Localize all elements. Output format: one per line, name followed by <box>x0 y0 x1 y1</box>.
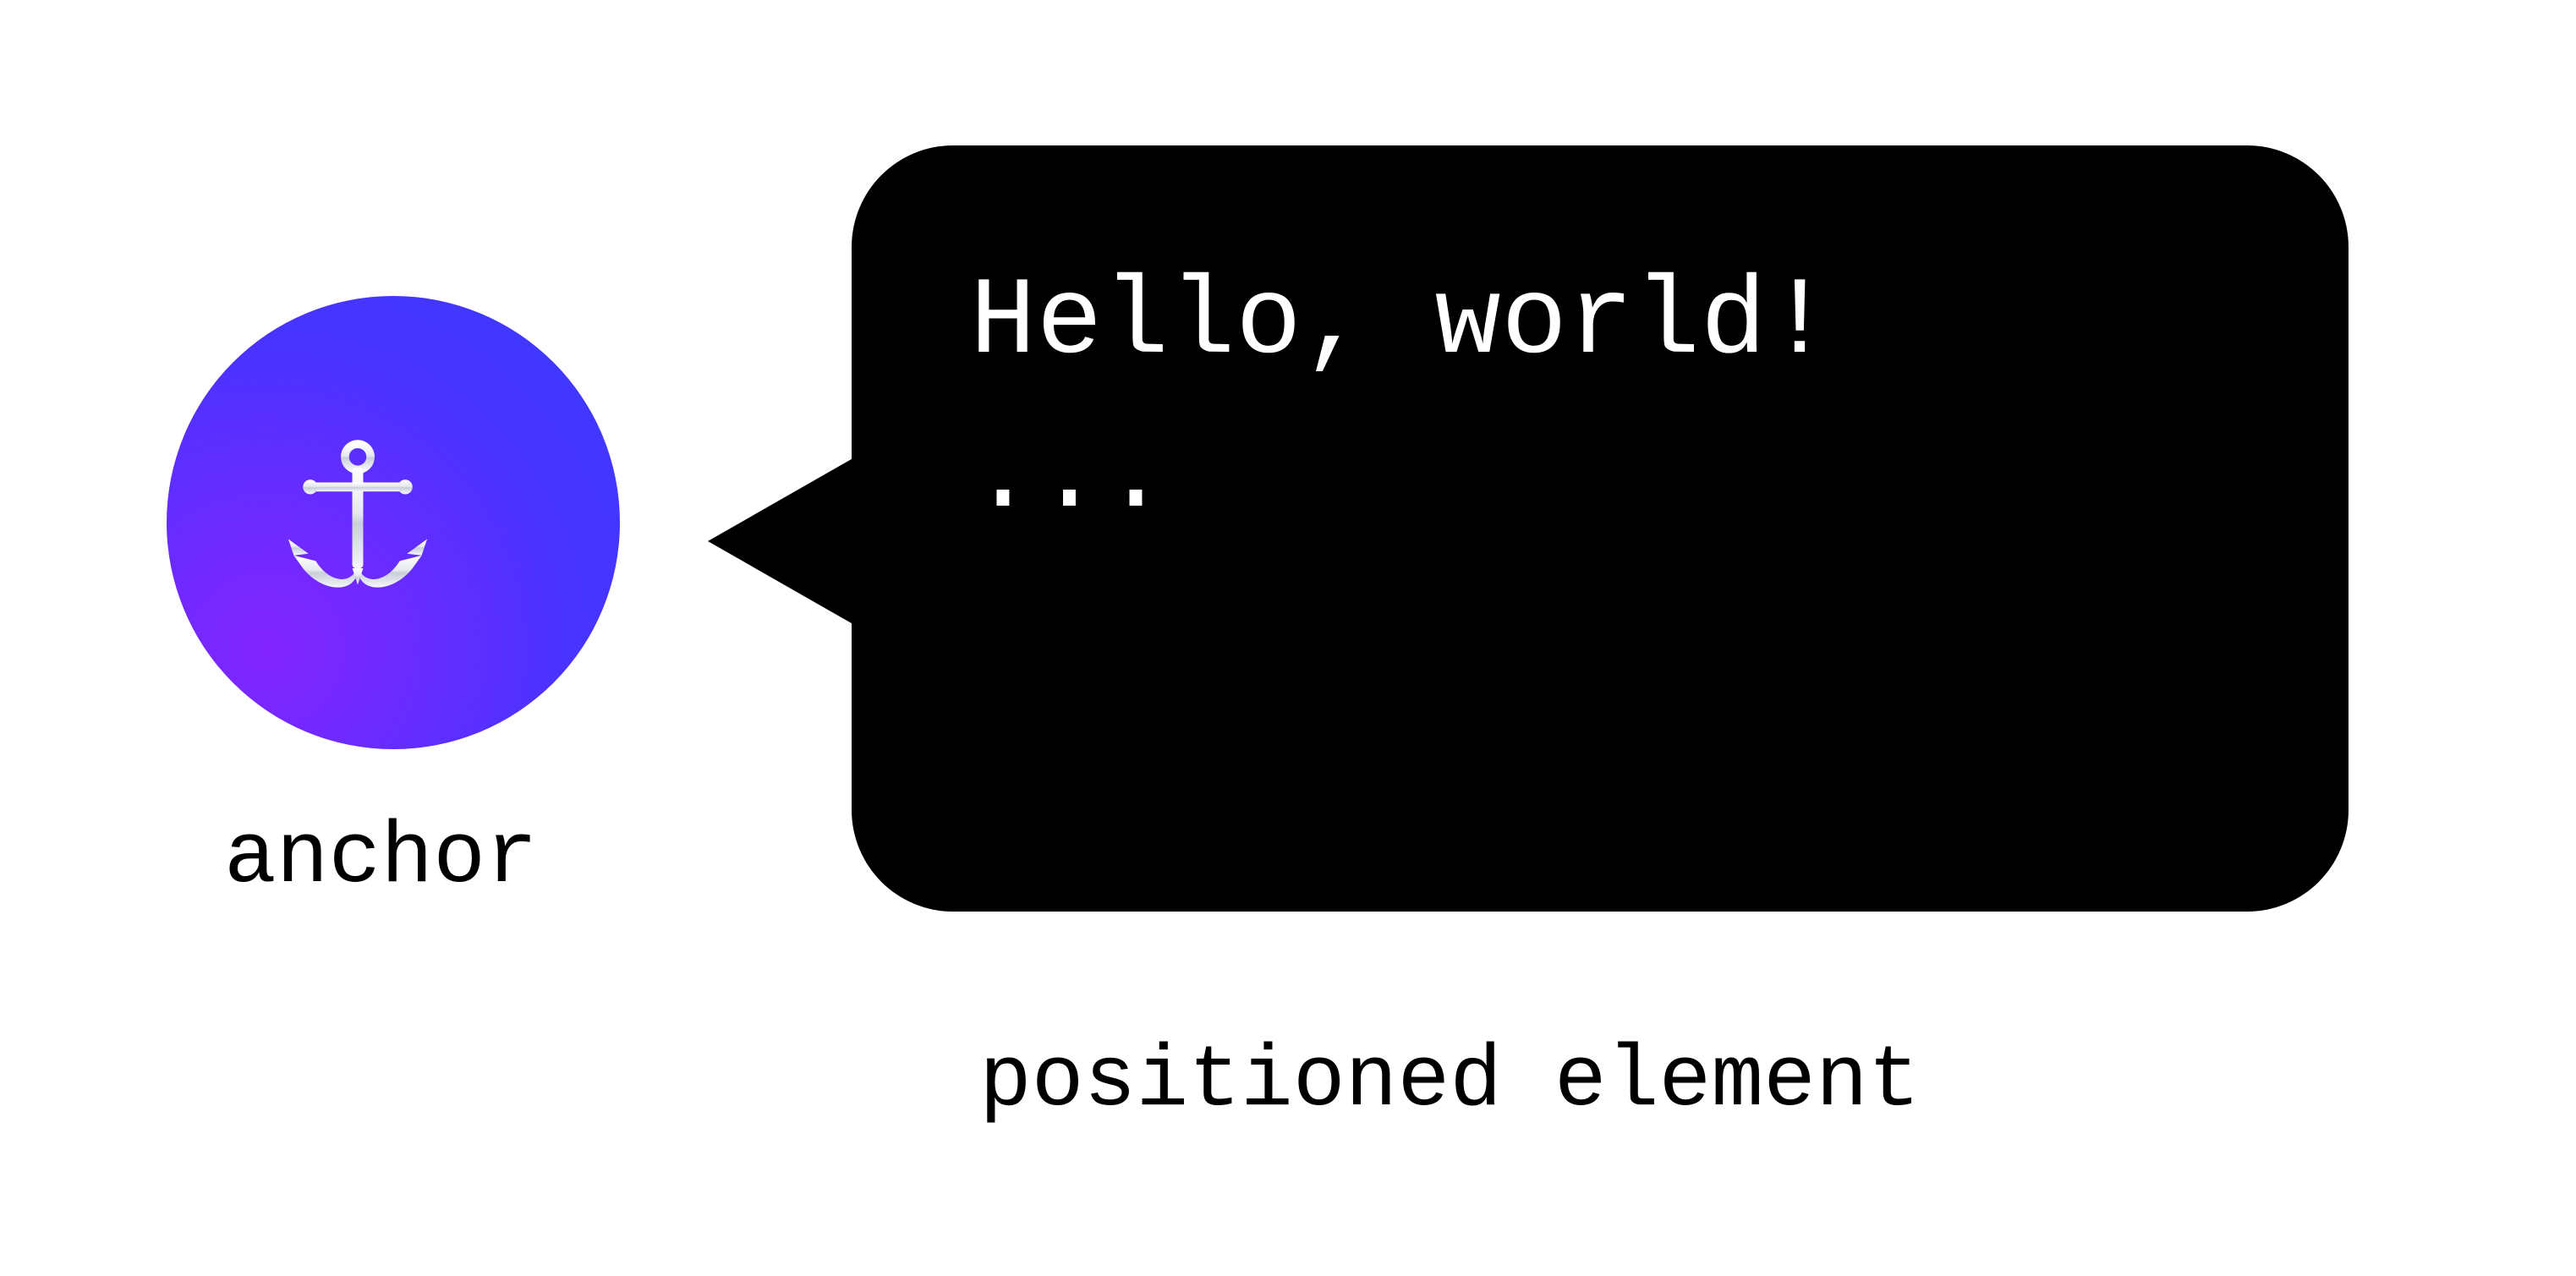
anchor-icon <box>266 431 520 614</box>
bubble-tail <box>708 457 856 626</box>
bubble-line-2: ... <box>970 401 2230 555</box>
anchor-label: anchor <box>224 808 538 907</box>
positioned-element-label: positioned element <box>979 1032 1921 1131</box>
positioned-element-bubble: Hello, world! ... <box>852 145 2349 912</box>
bubble-line-1: Hello, world! <box>970 247 2230 401</box>
anchor-avatar <box>167 296 620 749</box>
diagram-stage: Hello, world! ... anchor positioned elem… <box>0 0 2576 1276</box>
